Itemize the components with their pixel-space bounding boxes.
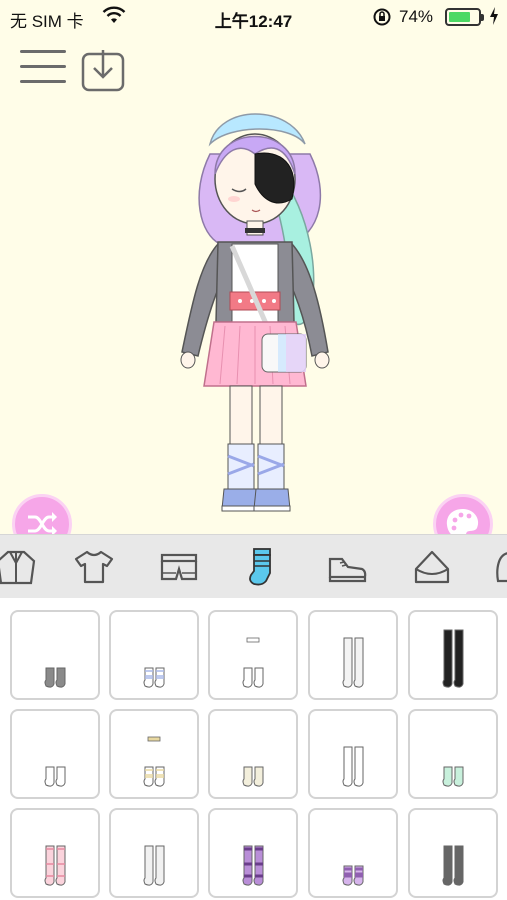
- download-icon: [81, 50, 125, 92]
- download-button[interactable]: [80, 46, 126, 92]
- sock-icon: [143, 667, 165, 688]
- sock-item-3[interactable]: [208, 610, 298, 700]
- sock-item-14[interactable]: [308, 808, 398, 898]
- jacket-icon: [0, 550, 36, 585]
- sock-item-2[interactable]: [109, 610, 199, 700]
- sock-icon: [342, 637, 364, 688]
- tab-bag[interactable]: [410, 545, 454, 589]
- sock-icon: [249, 548, 271, 586]
- tab-more[interactable]: [488, 545, 507, 589]
- sock-item-5[interactable]: [408, 610, 498, 700]
- sock-icon: [442, 845, 464, 886]
- battery-percent: 74%: [399, 7, 434, 26]
- sock-item-15[interactable]: [408, 808, 498, 898]
- sock-icon: [143, 736, 165, 787]
- sock-item-12[interactable]: [109, 808, 199, 898]
- sock-icon: [242, 637, 264, 688]
- sock-icon: [342, 865, 364, 886]
- sock-item-13[interactable]: [208, 808, 298, 898]
- tab-jacket[interactable]: [0, 545, 38, 589]
- tab-top[interactable]: [72, 545, 116, 589]
- shorts-icon: [160, 553, 198, 581]
- tshirt-icon: [74, 550, 114, 584]
- hamburger-menu-icon: [20, 50, 66, 53]
- sock-icon: [442, 766, 464, 787]
- sock-icon: [44, 766, 66, 787]
- sock-item-9[interactable]: [308, 709, 398, 799]
- character-avatar: [170, 104, 340, 519]
- sock-icon: [44, 845, 66, 886]
- menu-button[interactable]: [20, 50, 66, 88]
- sock-icon: [342, 746, 364, 787]
- shoe-icon: [328, 557, 367, 583]
- sock-item-1[interactable]: [10, 610, 100, 700]
- sock-icon: [242, 766, 264, 787]
- sock-item-8[interactable]: [208, 709, 298, 799]
- item-grid: [0, 598, 507, 900]
- dressup-stage: [0, 34, 507, 554]
- battery-icon: [445, 8, 484, 26]
- tab-bottoms[interactable]: [157, 545, 201, 589]
- sock-item-4[interactable]: [308, 610, 398, 700]
- sock-icon: [143, 845, 165, 886]
- sock-icon: [44, 667, 66, 688]
- sock-item-7[interactable]: [109, 709, 199, 799]
- charging-icon: [488, 6, 500, 31]
- tab-socks[interactable]: [240, 545, 284, 589]
- accessory-icon: [496, 552, 507, 583]
- sock-item-6[interactable]: [10, 709, 100, 799]
- bag-icon: [414, 550, 450, 584]
- category-tab-bar: [0, 534, 507, 598]
- status-bar: 无 SIM 卡 上午12:47 74%: [0, 0, 507, 34]
- sock-icon: [442, 629, 464, 688]
- tab-shoes[interactable]: [325, 545, 369, 589]
- sock-icon: [242, 845, 264, 886]
- sock-item-10[interactable]: [408, 709, 498, 799]
- rotation-lock-icon: [372, 7, 392, 32]
- sock-item-11[interactable]: [10, 808, 100, 898]
